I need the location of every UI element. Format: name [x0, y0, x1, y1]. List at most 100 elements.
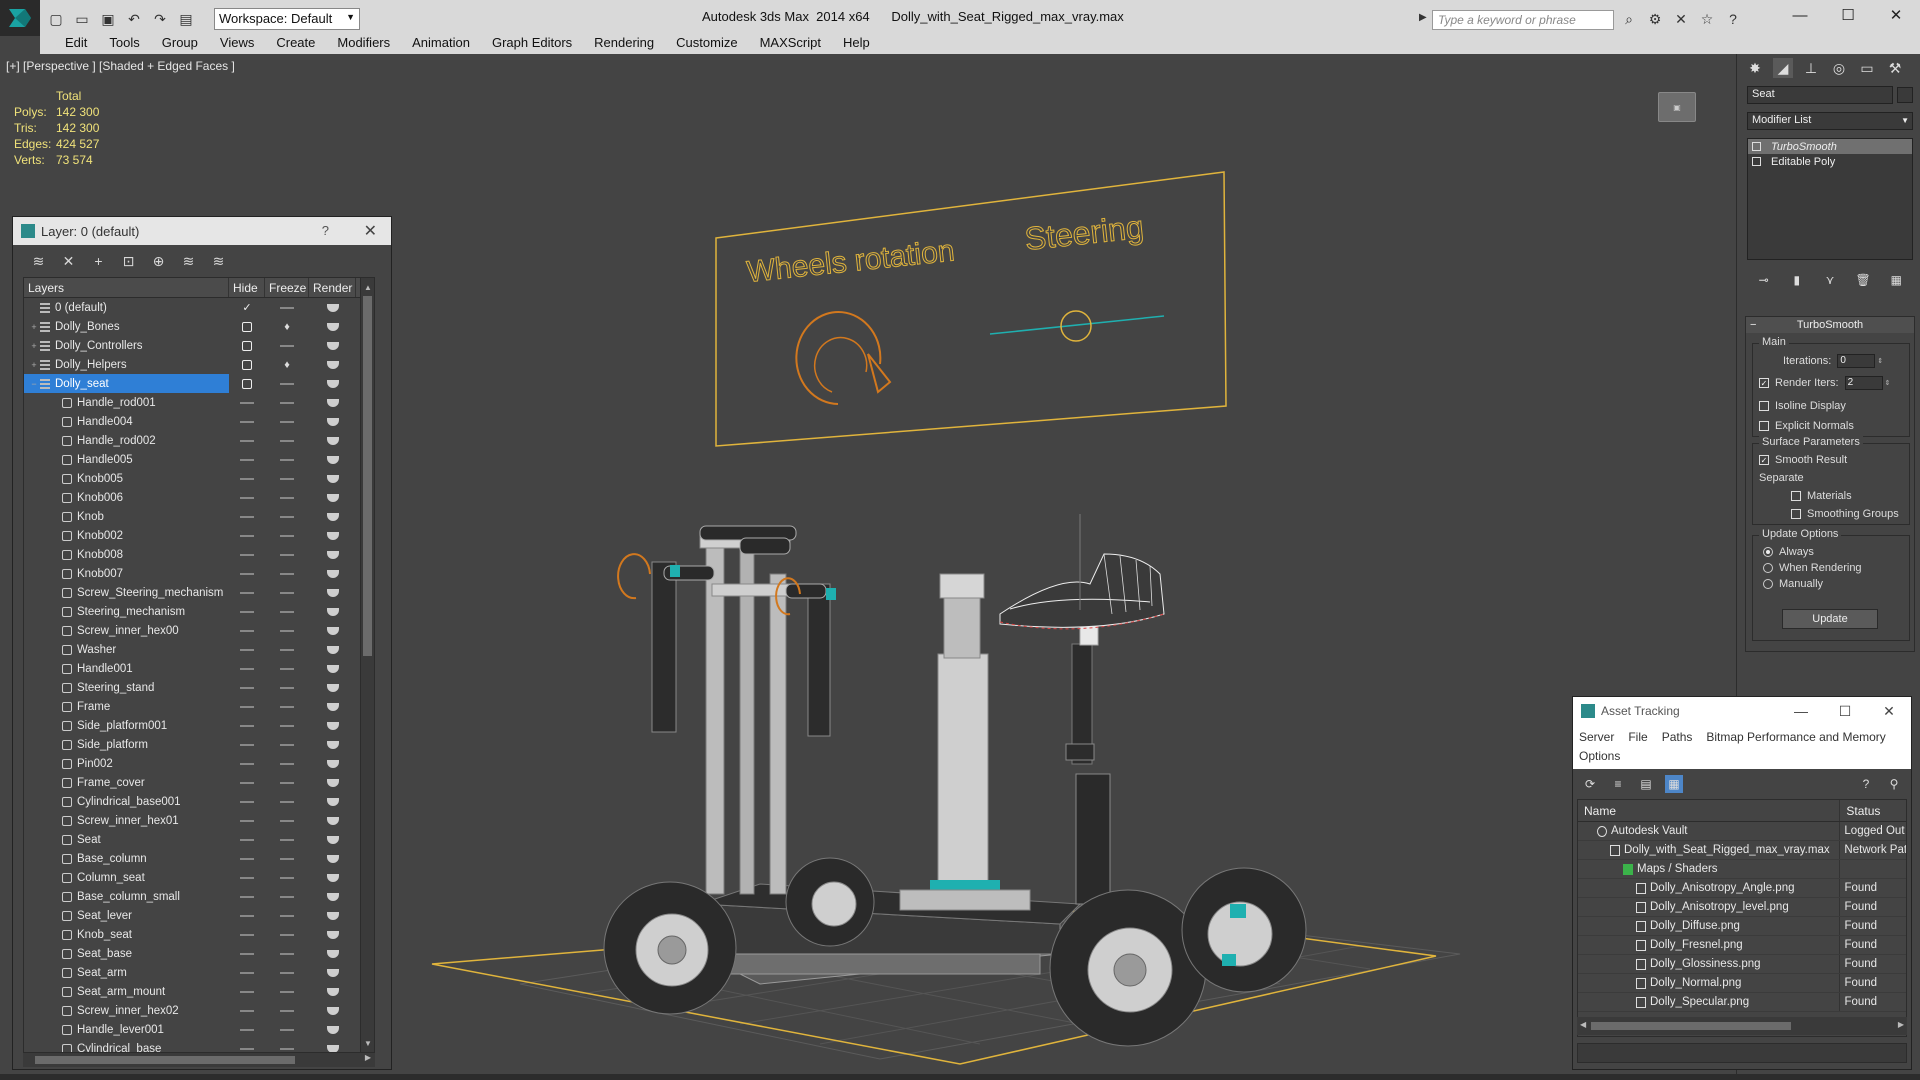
layer-name-cell[interactable]: Screw_inner_hex02: [24, 1001, 229, 1020]
hide-cell[interactable]: [229, 735, 265, 754]
render-cell[interactable]: [309, 298, 356, 317]
hide-toggle[interactable]: [240, 876, 254, 879]
scroll-thumb[interactable]: [1591, 1022, 1791, 1030]
menu-paths[interactable]: Paths: [1662, 728, 1693, 747]
layer-row[interactable]: Handle001: [24, 659, 374, 678]
hide-cell[interactable]: [229, 1039, 265, 1052]
teapot-render-icon[interactable]: [326, 987, 339, 996]
asset-row[interactable]: Dolly_Specular.png Found: [1578, 993, 1906, 1012]
active-layer-check-icon[interactable]: ✓: [242, 301, 251, 314]
teapot-render-icon[interactable]: [326, 721, 339, 730]
modifier-list-dropdown[interactable]: Modifier List ▼: [1747, 112, 1913, 130]
hide-toggle[interactable]: [240, 895, 254, 898]
freeze-toggle[interactable]: [280, 306, 294, 309]
layer-name-cell[interactable]: Handle005: [24, 450, 229, 469]
layer-name-cell[interactable]: Seat_base: [24, 944, 229, 963]
freeze-toggle[interactable]: [280, 838, 294, 841]
hide-cell[interactable]: [229, 868, 265, 887]
teapot-render-icon[interactable]: [326, 607, 339, 616]
freeze-cell[interactable]: [265, 868, 309, 887]
asset-row[interactable]: Dolly_Normal.png Found: [1578, 974, 1906, 993]
render-cell[interactable]: [309, 393, 356, 412]
layer-row[interactable]: Handle004: [24, 412, 374, 431]
layer-name-cell[interactable]: Steering_mechanism: [24, 602, 229, 621]
layer-name-cell[interactable]: Seat_arm_mount: [24, 982, 229, 1001]
help-icon[interactable]: ?: [1724, 10, 1742, 28]
layer-row[interactable]: Side_platform: [24, 735, 374, 754]
hide-toggle[interactable]: [240, 401, 254, 404]
hide-toggle[interactable]: [240, 667, 254, 670]
layer-row[interactable]: Cylindrical_base: [24, 1039, 374, 1052]
teapot-render-icon[interactable]: [326, 1006, 339, 1015]
teapot-render-icon[interactable]: [326, 626, 339, 635]
freeze-toggle[interactable]: [280, 1047, 294, 1050]
hide-cell[interactable]: [229, 393, 265, 412]
freeze-cell[interactable]: [265, 659, 309, 678]
layer-name-cell[interactable]: Handle001: [24, 659, 229, 678]
asset-name-cell[interactable]: Maps / Shaders: [1578, 860, 1841, 878]
hide-cell[interactable]: [229, 887, 265, 906]
layer-name-cell[interactable]: Knob_seat: [24, 925, 229, 944]
render-cell[interactable]: [309, 830, 356, 849]
hide-cell[interactable]: [229, 469, 265, 488]
layer-name-cell[interactable]: Seat: [24, 830, 229, 849]
hide-cell[interactable]: [229, 754, 265, 773]
freeze-cell[interactable]: [265, 469, 309, 488]
freeze-toggle[interactable]: [280, 591, 294, 594]
layer-row[interactable]: Seat_lever: [24, 906, 374, 925]
asset-row[interactable]: Dolly_Fresnel.png Found: [1578, 936, 1906, 955]
layer-row[interactable]: Knob007: [24, 564, 374, 583]
freeze-toggle[interactable]: [280, 990, 294, 993]
layer-row[interactable]: Seat_arm: [24, 963, 374, 982]
workspace-dropdown[interactable]: Workspace: Default ▼: [214, 8, 360, 30]
layer-name-cell[interactable]: Column_seat: [24, 868, 229, 887]
layer-name-cell[interactable]: 0 (default): [24, 298, 229, 317]
teapot-render-icon[interactable]: [326, 1044, 339, 1052]
hide-toggle[interactable]: [240, 1047, 254, 1050]
freeze-cell[interactable]: [265, 1020, 309, 1039]
hide-cell[interactable]: ✓: [229, 298, 265, 317]
freeze-toggle[interactable]: [280, 819, 294, 822]
table-view-icon[interactable]: ▦: [1665, 775, 1683, 793]
render-cell[interactable]: [309, 773, 356, 792]
layer-name-cell[interactable]: Handle_lever001: [24, 1020, 229, 1039]
render-iters-checkbox[interactable]: ✓: [1759, 378, 1769, 388]
freeze-toggle[interactable]: [280, 534, 294, 537]
render-cell[interactable]: [309, 982, 356, 1001]
asset-name-cell[interactable]: Autodesk Vault: [1578, 822, 1841, 840]
teapot-render-icon[interactable]: [326, 854, 339, 863]
freeze-cell[interactable]: [265, 640, 309, 659]
freeze-toggle[interactable]: [280, 553, 294, 556]
freeze-toggle[interactable]: [280, 914, 294, 917]
expand-toggle-icon[interactable]: −: [28, 379, 40, 389]
layer-row[interactable]: Washer: [24, 640, 374, 659]
freeze-cell[interactable]: [265, 773, 309, 792]
teapot-render-icon[interactable]: [326, 455, 339, 464]
create-layer-icon[interactable]: ≋: [29, 252, 48, 271]
layer-name-cell[interactable]: Cylindrical_base001: [24, 792, 229, 811]
freeze-toggle[interactable]: [280, 800, 294, 803]
hide-cell[interactable]: [229, 640, 265, 659]
menu-tools[interactable]: Tools: [98, 35, 150, 50]
freeze-toggle[interactable]: [280, 724, 294, 727]
project-folder-icon[interactable]: ▤: [176, 9, 196, 29]
detail-view-icon[interactable]: ▤: [1637, 775, 1655, 793]
layer-name-cell[interactable]: + Dolly_Bones: [24, 317, 229, 336]
freeze-toggle[interactable]: [280, 762, 294, 765]
menu-server[interactable]: Server: [1579, 728, 1614, 747]
hide-toggle[interactable]: [240, 648, 254, 651]
hide-toggle[interactable]: [240, 800, 254, 803]
layer-name-cell[interactable]: Knob005: [24, 469, 229, 488]
freeze-cell[interactable]: [265, 697, 309, 716]
freeze-cell[interactable]: [265, 450, 309, 469]
hide-cell[interactable]: [229, 564, 265, 583]
teapot-render-icon[interactable]: [326, 550, 339, 559]
object-name-field[interactable]: Seat: [1747, 86, 1893, 104]
freeze-toggle[interactable]: [280, 629, 294, 632]
layer-row[interactable]: Screw_inner_hex01: [24, 811, 374, 830]
hide-cell[interactable]: [229, 431, 265, 450]
always-radio[interactable]: [1763, 547, 1773, 557]
layer-name-cell[interactable]: Base_column_small: [24, 887, 229, 906]
asset-row[interactable]: Dolly_with_Seat_Rigged_max_vray.max Netwo…: [1578, 841, 1906, 860]
hide-toggle[interactable]: [240, 933, 254, 936]
